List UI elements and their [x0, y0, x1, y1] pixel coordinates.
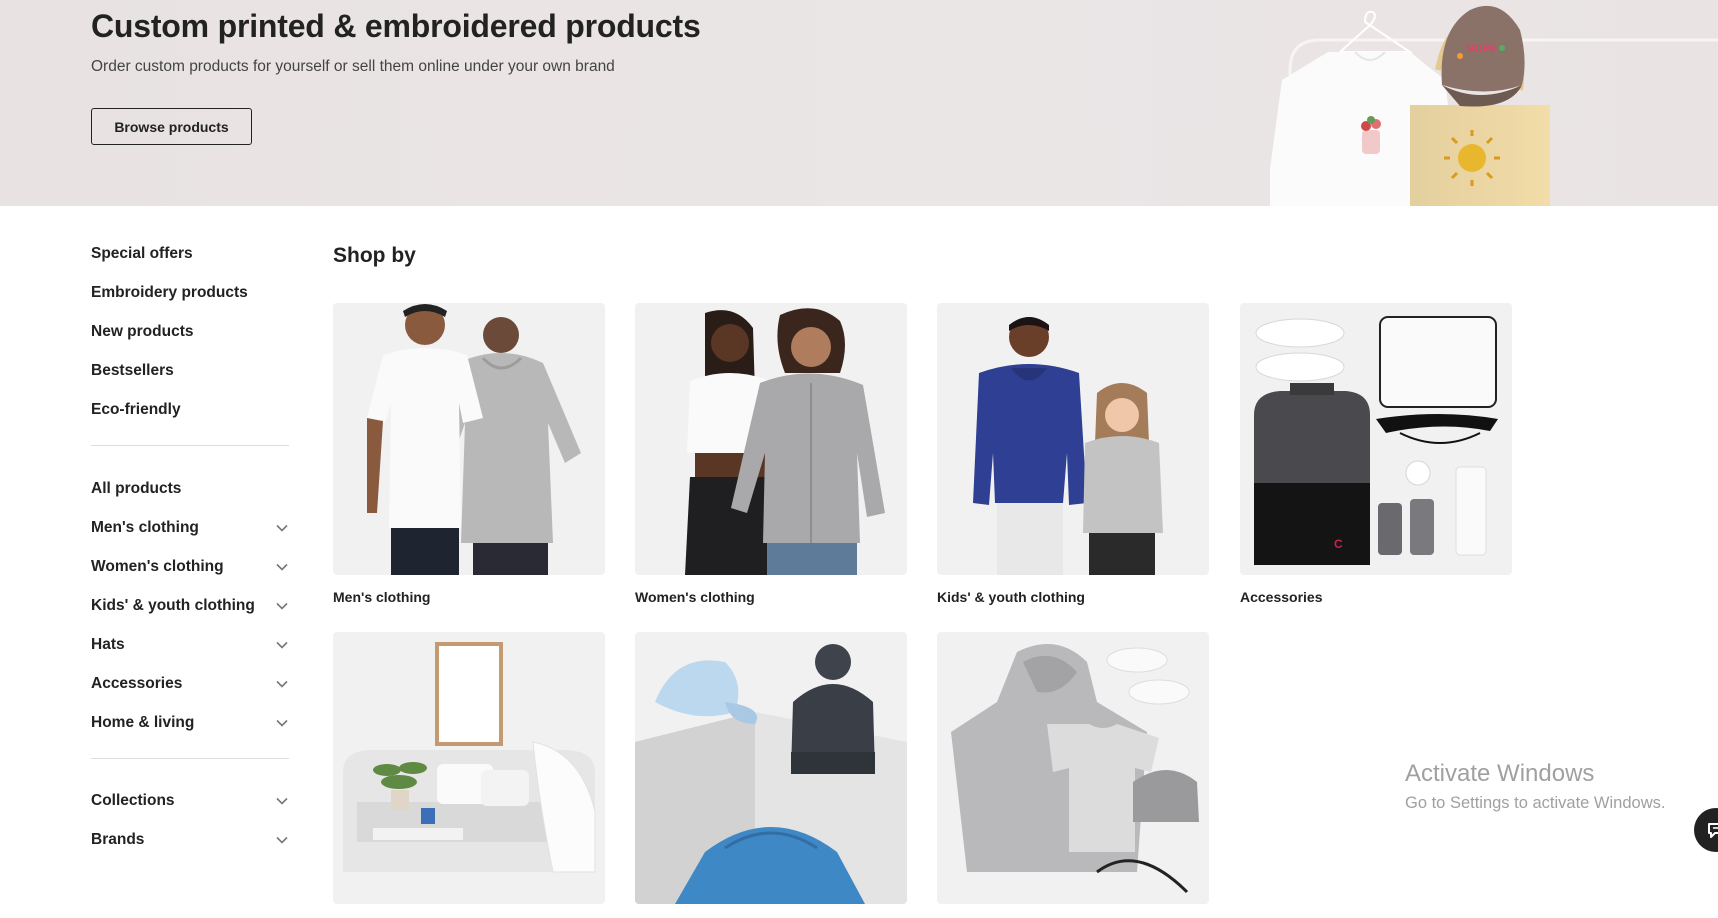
sidebar-item-accessories[interactable]: Accessories [91, 670, 289, 698]
chevron-down-icon[interactable] [275, 599, 289, 613]
category-label: Accessories [1240, 589, 1323, 605]
sidebar-item-collections[interactable]: Collections [91, 787, 289, 815]
activate-windows-hint: Go to Settings to activate Windows. [1405, 794, 1666, 812]
sidebar-item-all-products[interactable]: All products [91, 475, 289, 503]
chevron-down-icon[interactable] [275, 716, 289, 730]
chevron-down-icon[interactable] [275, 560, 289, 574]
sidebar-item-home-living[interactable]: Home & living [91, 709, 289, 737]
category-card-womens-clothing[interactable]: Women's clothing [635, 303, 907, 605]
category-label: Women's clothing [635, 589, 755, 605]
all-products-image [937, 632, 1209, 904]
sidebar-divider [91, 758, 289, 759]
sidebar-divider [91, 445, 289, 446]
sidebar-item-brands[interactable]: Brands [91, 826, 289, 854]
sidebar-item-bestsellers[interactable]: Bestsellers [91, 357, 289, 385]
svg-text:NOPE: NOPE [1466, 43, 1497, 55]
category-card-all-products[interactable] [937, 632, 1209, 918]
sidebar-item-hats[interactable]: Hats [91, 631, 289, 659]
sidebar-item-womens-clothing[interactable]: Women's clothing [91, 553, 289, 581]
hero-title: Custom printed & embroidered products [91, 8, 701, 44]
chat-button[interactable] [1694, 808, 1718, 852]
sidebar-item-kids-youth-clothing[interactable]: Kids' & youth clothing [91, 592, 289, 620]
chevron-down-icon[interactable] [275, 677, 289, 691]
hats-image [635, 632, 907, 904]
chat-icon [1708, 823, 1718, 838]
sidebar-item-new-products[interactable]: New products [91, 318, 289, 346]
sidebar-item-eco-friendly[interactable]: Eco-friendly [91, 396, 289, 424]
accessories-image: C [1240, 303, 1512, 575]
hero-products-image: NOPE [1270, 5, 1718, 206]
hero-banner: Custom printed & embroidered products Or… [0, 0, 1718, 206]
mens-clothing-image [333, 303, 605, 575]
kids-clothing-image [937, 303, 1209, 575]
sidebar-item-special-offers[interactable]: Special offers [91, 240, 289, 268]
category-card-accessories[interactable]: C Accessories [1240, 303, 1512, 605]
chevron-down-icon[interactable] [275, 638, 289, 652]
chevron-down-icon[interactable] [275, 794, 289, 808]
shop-by-heading: Shop by [333, 244, 416, 267]
womens-clothing-image [635, 303, 907, 575]
svg-text:C: C [1334, 537, 1343, 551]
hero-subtitle: Order custom products for yourself or se… [91, 58, 615, 75]
chevron-down-icon[interactable] [275, 833, 289, 847]
category-card-kids-youth-clothing[interactable]: Kids' & youth clothing [937, 303, 1209, 605]
browse-products-button[interactable]: Browse products [91, 108, 252, 145]
category-card-hats[interactable] [635, 632, 907, 918]
category-card-mens-clothing[interactable]: Men's clothing [333, 303, 605, 605]
category-label: Kids' & youth clothing [937, 589, 1085, 605]
activate-windows-watermark: Activate Windows [1405, 760, 1595, 787]
chevron-down-icon[interactable] [275, 521, 289, 535]
home-living-image [333, 632, 605, 904]
category-label: Men's clothing [333, 589, 431, 605]
sidebar-item-embroidery-products[interactable]: Embroidery products [91, 279, 289, 307]
category-card-home-living[interactable] [333, 632, 605, 918]
sidebar-item-mens-clothing[interactable]: Men's clothing [91, 514, 289, 542]
